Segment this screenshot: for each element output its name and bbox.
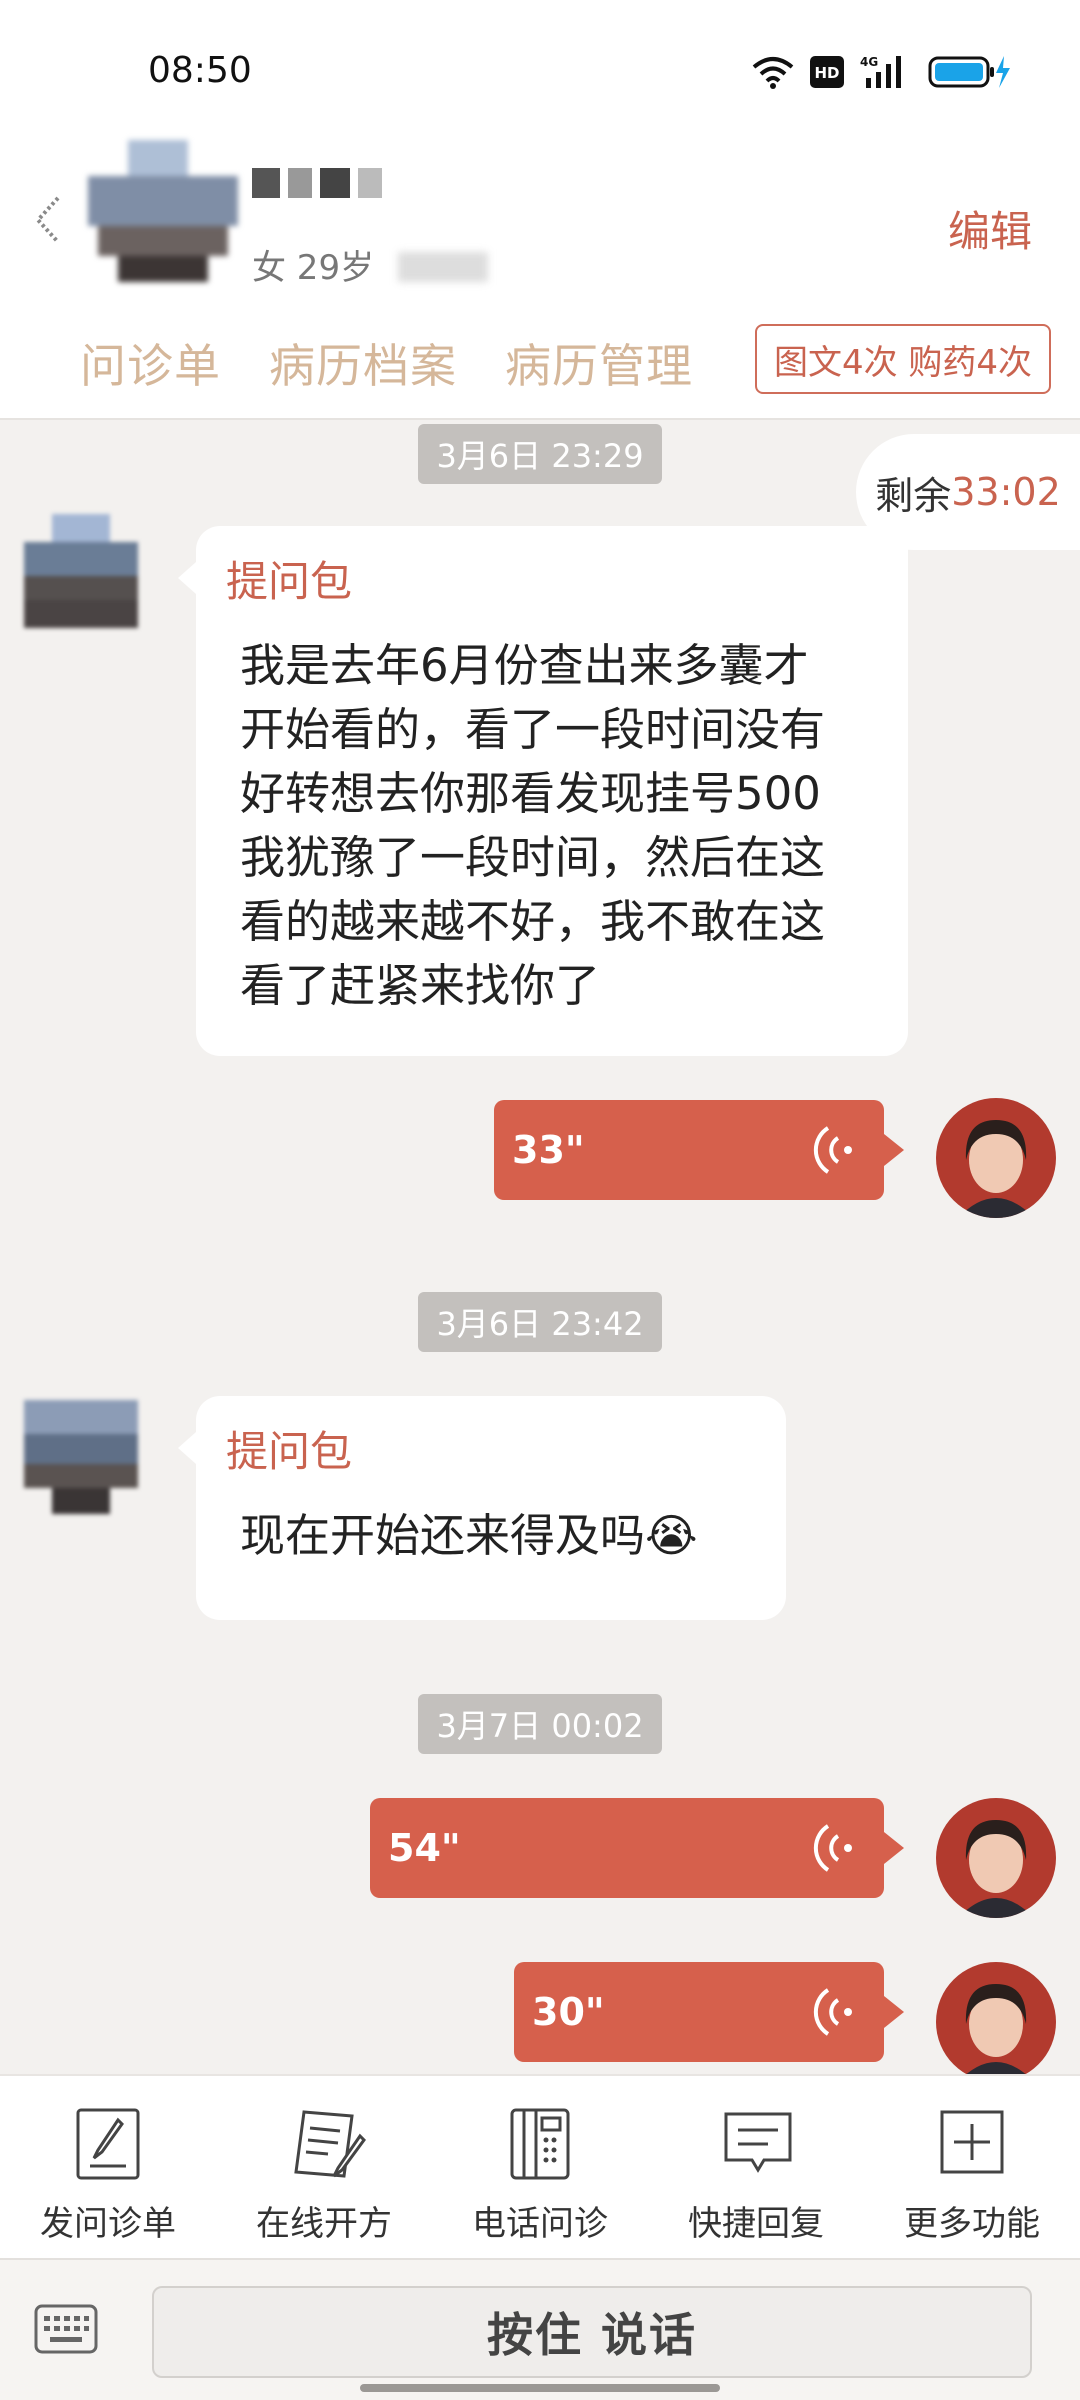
keyboard-icon[interactable] [34,2304,98,2354]
hold-to-talk-button[interactable]: 按住 说话 [152,2286,1032,2378]
voice-wave-icon [813,1988,852,2036]
wifi-icon [752,57,794,89]
prescription-icon [294,2110,366,2178]
tool-quick-reply[interactable]: 快捷回复 [648,2076,864,2258]
function-toolbar: 发问诊单 在线开方 电话问诊 快捷回复 更多功能 [0,2074,1080,2258]
tab-record-management[interactable]: 病历管理 [505,330,693,396]
patient-avatar[interactable] [88,140,238,282]
patient-name-blurred [252,168,392,198]
message-text: 现在开始还来得及吗😭 [240,1509,698,1562]
voice-duration: 30" [532,1990,605,2034]
quick-reply-icon [724,2112,792,2173]
back-icon[interactable] [28,190,68,250]
status-icons: HD 4G [752,50,1012,94]
tool-online-prescription[interactable]: 在线开方 [216,2076,432,2258]
voice-wave-icon [813,1126,852,1174]
patient-message-avatar[interactable] [24,514,138,628]
svg-text:HD: HD [814,64,839,82]
hd-icon: HD [810,56,844,88]
doctor-avatar[interactable] [936,1098,1056,1218]
timestamp: 3月6日 23:29 [418,424,662,484]
timestamp: 3月6日 23:42 [418,1292,662,1352]
svg-text:4G: 4G [860,55,878,69]
plus-icon [940,2110,1004,2174]
message-title: 提问包 [226,557,353,606]
signal-icon: 4G [860,55,901,88]
quota-badge[interactable]: 图文4次 购药4次 [755,324,1051,394]
patient-message-avatar[interactable] [24,1400,138,1514]
tool-label: 电话问诊 [472,2204,608,2244]
input-bar: 按住 说话 [0,2258,1080,2400]
tool-phone-consult[interactable]: 电话问诊 [432,2076,648,2258]
home-indicator[interactable] [360,2384,720,2392]
message-bubble[interactable]: 提问包 我是去年6月份查出来多囊才 开始看的，看了一段时间没有 好转想去你那看发… [178,526,908,1056]
message-text: 我是去年6月份查出来多囊才 开始看的，看了一段时间没有 好转想去你那看发现挂号5… [240,639,826,1012]
tool-label: 发问诊单 [40,2204,176,2244]
tool-label: 更多功能 [904,2204,1040,2244]
form-icon [76,2108,140,2180]
edit-button[interactable]: 编辑 [948,198,1032,259]
remaining-value: 33:02 [951,470,1061,514]
voice-duration: 54" [388,1826,461,1870]
message-bubble[interactable]: 提问包 现在开始还来得及吗😭 [178,1396,786,1620]
tool-send-form[interactable]: 发问诊单 [0,2076,216,2258]
phone-icon [510,2108,570,2180]
tab-consult-form[interactable]: 问诊单 [80,330,221,396]
tool-label: 在线开方 [256,2204,392,2244]
voice-message[interactable]: 33" [494,1100,904,1200]
timestamp: 3月7日 00:02 [418,1694,662,1754]
header-tabs: 问诊单 病历档案 病历管理 [80,330,693,396]
message-title: 提问包 [226,1427,353,1476]
patient-info-blurred [398,252,488,282]
tool-label: 快捷回复 [688,2204,824,2244]
chat-header: 08:50 HD 4G 女 29岁 编辑 问诊单 病历档案 病历管理 图文4次 … [0,0,1080,420]
status-time: 08:50 [148,50,252,91]
doctor-avatar[interactable] [936,1962,1056,2082]
voice-duration: 33" [512,1128,585,1172]
doctor-avatar[interactable] [936,1798,1056,1918]
voice-wave-icon [813,1824,852,1872]
battery-icon [928,56,1010,88]
tool-more-functions[interactable]: 更多功能 [864,2076,1080,2258]
remaining-label: 剩余 [875,473,952,518]
voice-message[interactable]: 30" [514,1962,904,2062]
patient-info: 女 29岁 [252,248,375,288]
tab-medical-records[interactable]: 病历档案 [269,330,457,396]
voice-message[interactable]: 54" [370,1798,904,1898]
